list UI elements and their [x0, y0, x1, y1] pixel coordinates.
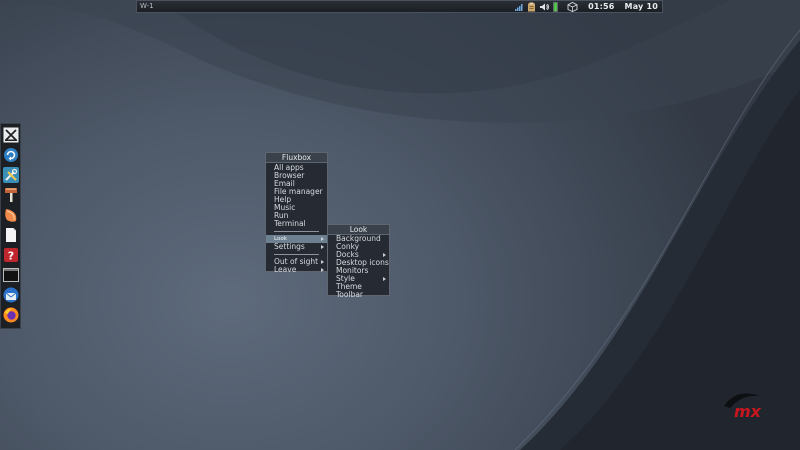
submenu-arrow-icon	[321, 245, 324, 249]
document-icon[interactable]	[3, 227, 19, 243]
package-updater-icon[interactable]	[567, 1, 578, 12]
firefox-icon[interactable]	[3, 307, 19, 323]
mx-logo-icon[interactable]	[3, 127, 19, 143]
system-tray: 01:56 May 10	[514, 1, 658, 12]
network-signal-icon[interactable]	[514, 2, 524, 12]
svg-text:mx: mx	[734, 402, 762, 420]
submenu-arrow-icon	[321, 237, 324, 241]
menu-item-toolbar[interactable]: Toolbar	[328, 291, 389, 299]
workspace-label[interactable]: W-1	[140, 1, 154, 12]
refresh-icon[interactable]	[3, 147, 19, 163]
mx-logo-icon: mx	[724, 393, 762, 420]
file-manager-icon[interactable]	[3, 207, 19, 223]
clock-date[interactable]: May 10	[625, 1, 658, 12]
wallpaper	[0, 0, 800, 450]
menu-separator	[266, 228, 327, 235]
menu-item-terminal[interactable]: Terminal	[266, 220, 327, 228]
fluxbox-root-menu: Fluxbox All apps Browser Email File mana…	[265, 152, 328, 274]
menu-item-settings-label: Settings	[274, 242, 305, 251]
menu-item-leave[interactable]: Leave	[266, 266, 327, 274]
tools-icon[interactable]	[3, 167, 19, 183]
clipboard-icon[interactable]	[527, 2, 536, 12]
volume-icon[interactable]	[539, 2, 550, 12]
left-dock: ?	[0, 123, 21, 329]
battery-icon[interactable]	[553, 1, 558, 12]
menu-title: Fluxbox	[266, 153, 327, 163]
submenu-arrow-icon	[321, 260, 324, 264]
help-icon[interactable]: ?	[3, 247, 19, 263]
menu-item-leave-label: Leave	[274, 265, 297, 274]
look-submenu: Look Background Conky Docks Desktop icon…	[327, 224, 390, 299]
menu-item-settings[interactable]: Settings	[266, 243, 327, 251]
thunderbird-icon[interactable]	[3, 287, 19, 303]
paint-brush-icon[interactable]	[3, 187, 19, 203]
submenu-arrow-icon	[383, 253, 386, 257]
submenu-arrow-icon	[321, 268, 324, 272]
top-toolbar: W-1 01:56 May 10	[136, 0, 663, 13]
clock-time[interactable]: 01:56	[588, 1, 614, 12]
submenu-arrow-icon	[383, 277, 386, 281]
terminal-icon[interactable]	[3, 267, 19, 283]
svg-text:?: ?	[8, 250, 14, 263]
